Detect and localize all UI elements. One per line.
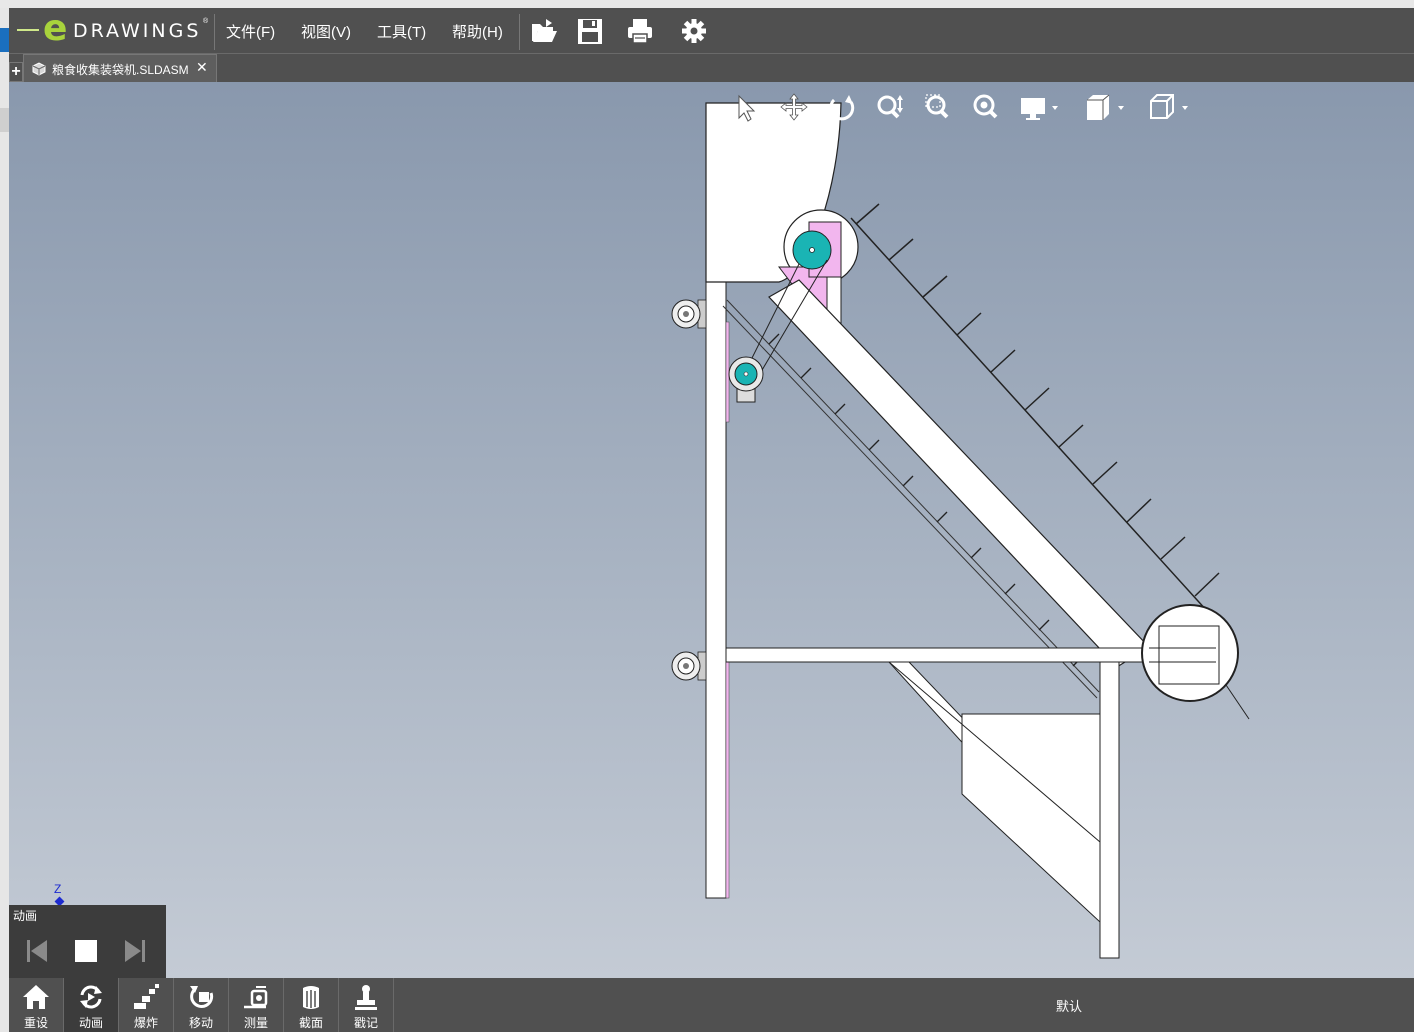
- vertical-post: [705, 281, 727, 899]
- model-drawing: [671, 102, 1250, 959]
- reset-label: 重设: [23, 1016, 48, 1030]
- z-axis-label: Z: [54, 882, 62, 896]
- drum-bearing-block: [1158, 625, 1220, 685]
- view-style-icon[interactable]: [1081, 90, 1131, 124]
- top-sprocket-hub: [809, 247, 815, 253]
- desktop-left-edge: [0, 8, 9, 1032]
- menu-help[interactable]: 帮助(H): [452, 21, 503, 42]
- section-label: 截面: [298, 1016, 323, 1030]
- pan-icon[interactable]: [777, 90, 811, 124]
- explode-button[interactable]: 爆炸: [119, 978, 174, 1032]
- zoom-area-icon[interactable]: [921, 90, 955, 124]
- document-name: 粮食收集装袋机.SLDASM: [52, 63, 189, 77]
- zoom-icon[interactable]: [873, 90, 907, 124]
- stop-icon[interactable]: [71, 933, 101, 969]
- close-tab-icon[interactable]: ✕: [196, 59, 208, 76]
- belt-lower-run-2: [722, 305, 1098, 699]
- side-plate-upper: [725, 321, 730, 423]
- desktop-selected-item[interactable]: [0, 108, 9, 132]
- logo-wordmark: DRAWINGS: [73, 20, 202, 42]
- edrawings-window: e DRAWINGS ® 文件(F) 视图(V) 工具(T) 帮助(H) + 粮…: [9, 8, 1414, 1032]
- model-viewport[interactable]: Z 动画: [9, 82, 1414, 978]
- animate-label: 动画: [78, 1016, 103, 1030]
- view-orientation-icon[interactable]: [1145, 90, 1195, 124]
- explode-label: 爆炸: [133, 1016, 158, 1030]
- motor-hub: [743, 371, 749, 377]
- home-icon: [23, 985, 49, 1009]
- previous-icon[interactable]: [21, 933, 51, 969]
- stamp-label: 戳记: [353, 1016, 378, 1030]
- assembly-icon: [32, 62, 46, 76]
- folder-open-icon[interactable]: [529, 16, 559, 46]
- animation-panel-title: 动画: [13, 909, 38, 923]
- caster-upper: [671, 299, 707, 329]
- animate-icon: [80, 985, 102, 1009]
- belt-lower-run: [726, 299, 1100, 693]
- settings-gear-icon[interactable]: [679, 16, 709, 46]
- animation-panel: 动画: [9, 905, 166, 978]
- next-icon[interactable]: [121, 933, 151, 969]
- reset-button[interactable]: 重设: [9, 978, 64, 1032]
- desktop-taskbar-item[interactable]: [0, 28, 9, 52]
- menu-divider: [214, 14, 215, 50]
- belt-paddles-lower: [768, 333, 1084, 667]
- menu-file[interactable]: 文件(F): [226, 21, 275, 42]
- display-icon[interactable]: [1017, 90, 1067, 124]
- desktop-title-strip: [0, 0, 1414, 8]
- menu-divider: [519, 14, 520, 50]
- view-toolbar: [729, 90, 1229, 124]
- save-icon[interactable]: [575, 16, 605, 46]
- stamp-button[interactable]: 戳记: [339, 978, 394, 1032]
- new-tab-button[interactable]: +: [9, 62, 23, 82]
- select-arrow-icon[interactable]: [729, 90, 763, 124]
- measure-label: 测量: [243, 1016, 268, 1030]
- caster-lower: [671, 651, 707, 681]
- animate-button[interactable]: 动画: [64, 978, 119, 1032]
- measure-icon: [244, 986, 268, 1009]
- support-leg: [1099, 661, 1120, 959]
- section-button[interactable]: 截面: [284, 978, 339, 1032]
- stamp-icon: [355, 985, 377, 1010]
- document-tab-bar: + 粮食收集装袋机.SLDASM ✕: [9, 54, 1414, 83]
- move-icon: [190, 986, 214, 1008]
- logo-arrow: [17, 29, 39, 31]
- logo-registered-mark: ®: [203, 18, 209, 25]
- menu-view[interactable]: 视图(V): [301, 21, 351, 42]
- explode-icon: [134, 984, 159, 1009]
- measure-button[interactable]: 测量: [229, 978, 284, 1032]
- zoom-fit-icon[interactable]: [969, 90, 1003, 124]
- move-button[interactable]: 移动: [174, 978, 229, 1032]
- side-plate-lower: [725, 661, 730, 899]
- menu-tools[interactable]: 工具(T): [377, 21, 426, 42]
- bottom-toolbar: 重设 动画 爆炸 移动 测量 截面 戳记 默认: [9, 978, 1414, 1032]
- logo-letter: e: [43, 8, 68, 49]
- print-icon[interactable]: [625, 16, 655, 46]
- move-label: 移动: [188, 1016, 213, 1030]
- rotate-icon[interactable]: [825, 90, 859, 124]
- section-icon: [303, 986, 319, 1009]
- document-tab[interactable]: 粮食收集装袋机.SLDASM ✕: [23, 54, 217, 83]
- bag-chute: [961, 713, 1101, 924]
- menu-bar: e DRAWINGS ® 文件(F) 视图(V) 工具(T) 帮助(H): [9, 8, 1414, 54]
- configuration-status: 默认: [1056, 999, 1083, 1014]
- edrawings-logo: e DRAWINGS ®: [17, 8, 209, 49]
